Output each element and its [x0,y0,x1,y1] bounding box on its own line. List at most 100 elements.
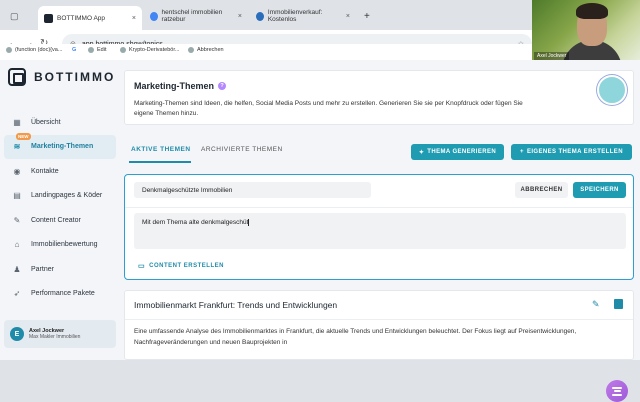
help-icon[interactable]: ? [218,82,227,90]
sidebar-item-partner[interactable]: ♟ Partner [4,257,116,282]
sidebar-item-label: Partner [31,265,54,273]
new-tab-button[interactable]: + [358,6,374,26]
new-badge: NEW [16,132,31,140]
menu-line-icon [613,390,621,392]
bookmark-item[interactable]: (function (doc){va... [6,47,62,53]
bookmark-icon [6,47,12,53]
webcam-video: Axel Jockwer [532,0,640,62]
sidebar-item-content-creator[interactable]: ✎ Content Creator [4,208,116,233]
browser-tab-label: hentschel immobilien ratzebur [161,9,223,23]
tab-aktive-themen[interactable]: AKTIVE THEMEN [131,146,191,153]
sidebar-item-label: Performance Pakete [31,290,95,298]
sidebar: BOTTIMMO ▦ Übersicht NEW ≋ Marketing-The… [0,60,118,360]
bookmark-item[interactable]: Edit [88,47,106,53]
landingpage-icon: ▤ [13,191,21,201]
avatar: E [10,327,24,341]
grid-icon: ▦ [13,117,21,127]
sidebar-item-label: Landingpages & Köder [31,192,103,200]
edit-pencil-icon[interactable]: ✎ [592,299,600,310]
link-label: CONTENT ERSTELLEN [149,263,224,269]
browser-tab-wordpress[interactable]: Immobilienverkauf: Kostenlos × [250,6,356,26]
button-label: THEMA GENERIEREN [427,149,497,155]
active-tab-indicator [129,161,191,163]
sidebar-item-uebersicht[interactable]: ▦ Übersicht [4,110,116,135]
close-tab-icon[interactable]: × [346,13,350,20]
close-tab-icon[interactable]: × [132,15,136,22]
app-logo[interactable]: BOTTIMMO [8,68,115,86]
sidebar-nav: ▦ Übersicht NEW ≋ Marketing-Themen ◉ Kon… [4,110,116,306]
content-creator-icon: ✎ [13,215,21,225]
person-hair [576,3,608,19]
page-title: Marketing-Themen ? [134,81,227,91]
user-profile[interactable]: E Axel Jockwer Max Makler Immobilien [4,320,116,348]
tab-overview-button[interactable]: ▢ [4,6,36,26]
sidebar-item-label: Content Creator [31,216,81,224]
browser-tab-google[interactable]: hentschel immobilien ratzebur × [144,6,248,26]
text-caret [248,219,250,226]
divider [125,319,633,320]
sidebar-item-label: Marketing-Themen [31,143,94,151]
bookmark-label: G [72,47,77,53]
tab-archivierte-themen[interactable]: ARCHIVIERTE THEMEN [201,146,283,153]
menu-line-icon [612,393,622,396]
sidebar-item-label: Übersicht [31,118,61,126]
user-info: Axel Jockwer Max Makler Immobilien [29,328,80,340]
generate-topic-button[interactable]: ✦ THEMA GENERIEREN [411,144,504,160]
chat-bubble-icon: ▭ [138,263,146,270]
bookmark-icon [188,47,194,53]
bookmark-label: (function (doc){va... [15,47,63,53]
plus-icon: + [364,10,370,22]
bookmark-item[interactable]: Krypto-Derivatebör... [120,47,179,53]
chat-assistant-button[interactable] [606,380,628,402]
house-icon: ⌂ [14,240,20,250]
user-company: Max Makler Immobilien [29,334,81,340]
bookmark-label: Abbrechen [197,47,224,53]
bottimmo-favicon-icon [44,13,53,23]
divider [125,207,633,208]
save-button[interactable]: SPEICHERN [573,182,626,198]
bookmark-icon [120,47,126,53]
google-favicon-icon [150,11,158,21]
wordpress-favicon-icon [256,11,264,21]
decorative-illustration [597,75,627,105]
create-content-link[interactable]: ▭ CONTENT ERSTELLEN [138,262,224,270]
archive-icon[interactable] [614,299,623,309]
partner-icon: ♟ [13,264,21,274]
sidebar-item-landingpages[interactable]: ▤ Landingpages & Köder [4,184,116,209]
sidebar-item-immobilienbewertung[interactable]: ⌂ Immobilienbewertung [4,233,116,258]
bottimmo-logo-icon [8,68,26,86]
page-description: Marketing-Themen sind Ideen, die helfen,… [134,100,523,117]
create-own-topic-button[interactable]: + EIGENES THEMA ERSTELLEN [511,144,632,160]
sidebar-item-marketing-themen[interactable]: NEW ≋ Marketing-Themen [4,132,116,159]
topic-title-input[interactable] [134,182,371,198]
topic-tabs: AKTIVE THEMEN ARCHIVIERTE THEMEN ✦ THEMA… [124,142,634,163]
sidebar-item-label: Immobilienbewertung [31,241,98,249]
layers-icon: ≋ [13,142,21,152]
topic-title: Immobilienmarkt Frankfurt: Trends und En… [134,300,338,310]
bookmark-label: Edit [97,47,107,53]
bookmark-icon [88,47,94,53]
bookmark-item[interactable]: G [72,47,76,53]
contacts-icon: ◉ [13,166,21,176]
topic-description-textarea[interactable]: Mit dem Thema alte denkmalgeschüt [134,213,626,249]
main-content: Marketing-Themen ? Marketing-Themen sind… [124,60,636,360]
sidebar-item-kontakte[interactable]: ◉ Kontakte [4,159,116,184]
page-header-card: Marketing-Themen ? Marketing-Themen sind… [124,70,634,125]
topic-card: Immobilienmarkt Frankfurt: Trends und En… [124,290,634,360]
cancel-button[interactable]: ABBRECHEN [515,182,568,198]
rocket-icon: ➶ [13,289,21,299]
magic-wand-icon: ✦ [418,149,425,156]
logo-text: BOTTIMMO [34,70,116,84]
button-label: EIGENES THEMA ERSTELLEN [526,149,623,155]
close-tab-icon[interactable]: × [238,13,242,20]
browser-tab-bottimmo[interactable]: BOTTIMMO App × [38,6,142,30]
bookmark-label: Krypto-Derivatebör... [129,47,180,53]
sidebar-item-performance-pakete[interactable]: ➶ Performance Pakete [4,282,116,307]
bookmark-item[interactable]: Abbrechen [188,47,224,53]
browser-tab-label: BOTTIMMO App [57,14,106,22]
webcam-name: Axel Jockwer [534,52,570,60]
textarea-text: Mit dem Thema alte denkmalgeschüt [142,219,249,227]
topic-editor-card: ABBRECHEN SPEICHERN Mit dem Thema alte d… [124,174,634,280]
menu-line-icon [612,386,622,389]
topic-description: Eine umfassende Analyse des Immobilienma… [134,328,577,346]
